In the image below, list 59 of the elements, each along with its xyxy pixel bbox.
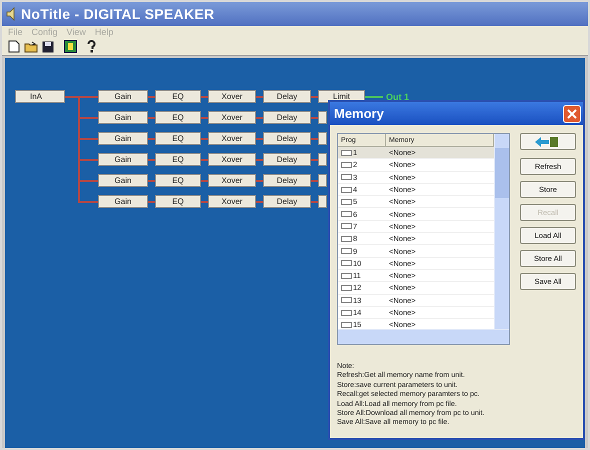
- memory-slot-icon: [341, 174, 352, 180]
- process-block[interactable]: Delay: [263, 195, 311, 208]
- process-block[interactable]: Gain: [98, 111, 148, 124]
- process-block[interactable]: Gain: [98, 153, 148, 166]
- memory-slot-icon: [341, 236, 352, 242]
- process-block[interactable]: [318, 195, 327, 208]
- process-block[interactable]: Gain: [98, 90, 148, 103]
- process-block[interactable]: Gain: [98, 174, 148, 187]
- process-block[interactable]: EQ: [155, 174, 201, 187]
- process-block[interactable]: [318, 174, 327, 187]
- process-block[interactable]: Delay: [263, 174, 311, 187]
- memory-slot-icon: [341, 211, 352, 218]
- process-block[interactable]: Xover: [208, 195, 256, 208]
- process-block[interactable]: [318, 132, 327, 145]
- folder-icon[interactable]: [24, 40, 38, 52]
- save-icon[interactable]: [42, 40, 54, 52]
- process-block[interactable]: [318, 111, 327, 124]
- close-button[interactable]: [563, 104, 581, 122]
- process-block[interactable]: Xover: [208, 111, 256, 124]
- process-block[interactable]: EQ: [155, 132, 201, 145]
- process-block[interactable]: EQ: [155, 153, 201, 166]
- memory-slot-icon: [341, 198, 352, 205]
- process-block[interactable]: Gain: [98, 195, 148, 208]
- panel-icon[interactable]: [64, 40, 77, 53]
- close-icon[interactable]: [567, 108, 577, 118]
- process-block[interactable]: Gain: [98, 132, 148, 145]
- new-file-icon[interactable]: [8, 40, 20, 53]
- output-label: Out 1: [386, 92, 410, 102]
- memory-slot-icon: [341, 310, 352, 316]
- process-block[interactable]: Delay: [263, 153, 311, 166]
- window-title: NoTitle - DIGITAL SPEAKER: [21, 6, 214, 22]
- process-block[interactable]: EQ: [155, 111, 201, 124]
- memory-slot-icon: [341, 186, 352, 193]
- process-block[interactable]: Delay: [263, 90, 311, 103]
- process-block[interactable]: Xover: [208, 90, 256, 103]
- memory-slot-icon: [341, 162, 352, 168]
- process-block[interactable]: Xover: [208, 174, 256, 187]
- transfer-button[interactable]: [520, 133, 576, 150]
- process-block[interactable]: EQ: [155, 195, 201, 208]
- process-block[interactable]: Xover: [208, 153, 256, 166]
- help-icon[interactable]: [87, 40, 96, 53]
- vertical-scrollbar[interactable]: [494, 134, 509, 329]
- process-block[interactable]: Xover: [208, 132, 256, 145]
- memory-slot-icon: [341, 248, 352, 254]
- memory-slot-icon: [341, 322, 352, 328]
- memory-slot-icon: [341, 150, 352, 156]
- process-block[interactable]: Delay: [263, 111, 311, 124]
- memory-slot-icon: [341, 223, 352, 230]
- process-block[interactable]: Delay: [263, 132, 311, 145]
- memory-slot-icon: [341, 272, 352, 279]
- process-block[interactable]: EQ: [155, 90, 201, 103]
- horizontal-scrollbar[interactable]: [338, 329, 509, 344]
- speaker-icon: [6, 7, 16, 21]
- input-block[interactable]: InA: [15, 90, 65, 103]
- memory-slot-icon: [341, 260, 352, 266]
- dialog-title: Memory: [334, 106, 384, 121]
- memory-slot-icon: [341, 284, 352, 291]
- memory-slot-icon: [341, 297, 352, 304]
- process-block[interactable]: [318, 153, 327, 166]
